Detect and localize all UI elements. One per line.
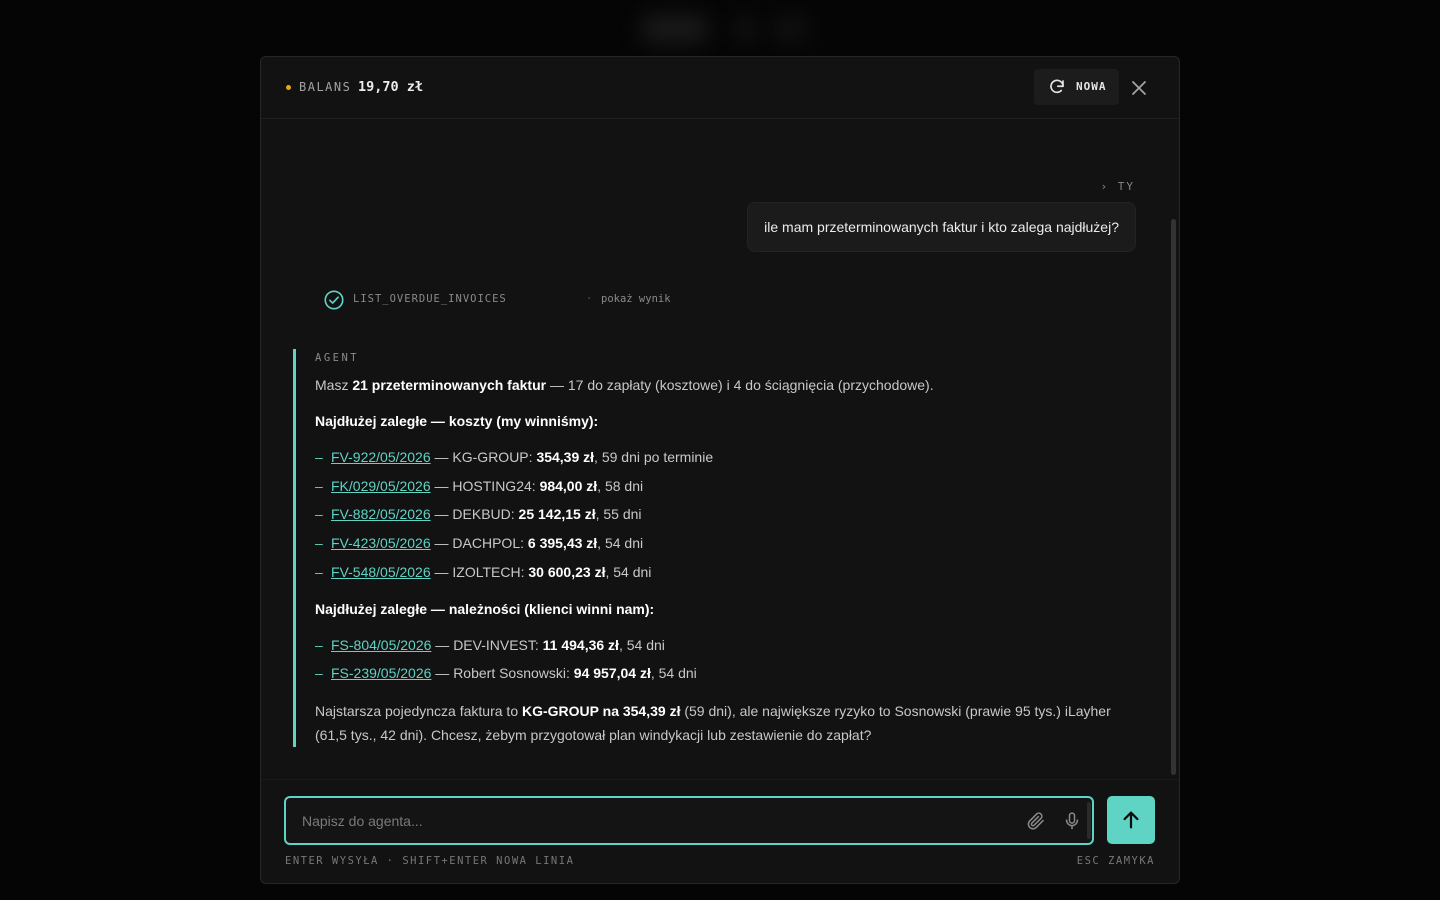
close-icon bbox=[1132, 81, 1146, 95]
user-role-label: › TY bbox=[1100, 180, 1135, 193]
separator: — bbox=[430, 506, 453, 522]
separator: — bbox=[430, 564, 453, 580]
invoice-link[interactable]: FS-239/05/2026 bbox=[331, 665, 431, 681]
counterparty: Robert Sosnowski: bbox=[453, 665, 574, 681]
message-input[interactable] bbox=[286, 798, 1006, 843]
background-blur bbox=[640, 14, 710, 44]
amount: 984,00 zł bbox=[539, 478, 598, 494]
amount: 11 494,36 zł bbox=[542, 637, 619, 653]
costs-heading: Najdłużej zaległe — koszty (my winniśmy)… bbox=[315, 413, 599, 429]
invoice-link[interactable]: FV-922/05/2026 bbox=[331, 449, 431, 465]
paperclip-icon bbox=[1027, 812, 1044, 830]
close-button[interactable] bbox=[1127, 76, 1151, 100]
overdue-days: , 58 dni bbox=[597, 478, 644, 494]
arrow-up-icon bbox=[1123, 811, 1139, 829]
amount: 30 600,23 zł bbox=[528, 564, 606, 580]
overdue-days: , 54 dni bbox=[618, 637, 665, 653]
modal-header: BALANS 19,70 zł NOWA bbox=[261, 57, 1179, 119]
summary-text: Najstarsza pojedyncza faktura to bbox=[315, 703, 522, 719]
list-dash: – bbox=[315, 637, 323, 653]
send-button[interactable] bbox=[1107, 796, 1155, 844]
counterparty: IZOLTECH: bbox=[452, 564, 529, 580]
list-item: – FS-239/05/2026 — Robert Sosnowski: 94 9… bbox=[315, 664, 697, 682]
list-item: – FV-882/05/2026 — DEKBUD: 25 142,15 zł, … bbox=[315, 505, 642, 523]
check-circle-icon bbox=[324, 290, 344, 310]
agent-chat-modal: BALANS 19,70 zł NOWA › TY ile mam przete… bbox=[260, 56, 1180, 884]
summary-bold: KG-GROUP na 354,39 zł bbox=[522, 703, 681, 719]
list-item: – FV-922/05/2026 — KG-GROUP: 354,39 zł, 5… bbox=[315, 448, 713, 466]
amount: 6 395,43 zł bbox=[527, 535, 598, 551]
list-dash: – bbox=[315, 478, 323, 494]
background-blur bbox=[730, 14, 760, 44]
separator: — bbox=[430, 478, 453, 494]
separator: — bbox=[431, 637, 454, 653]
intro-text: Masz bbox=[315, 377, 353, 393]
separator: — bbox=[430, 449, 453, 465]
intro-text: — 17 do zapłaty (kosztowe) i 4 do ściągn… bbox=[546, 377, 934, 393]
counterparty: DEV-INVEST: bbox=[453, 637, 543, 653]
scrollbar[interactable] bbox=[1171, 219, 1176, 775]
new-chat-label: NOWA bbox=[1076, 80, 1107, 93]
receivables-heading: Najdłużej zaległe — należności (klienci … bbox=[315, 601, 655, 617]
tool-call-name: LIST_OVERDUE_INVOICES bbox=[353, 293, 507, 305]
separator: — bbox=[431, 665, 454, 681]
list-item: – FS-804/05/2026 — DEV-INVEST: 11 494,36 … bbox=[315, 636, 665, 654]
invoice-link[interactable]: FK/029/05/2026 bbox=[331, 478, 431, 494]
invoice-link[interactable]: FS-804/05/2026 bbox=[331, 637, 431, 653]
counterparty: DACHPOL: bbox=[452, 535, 528, 551]
invoice-link[interactable]: FV-423/05/2026 bbox=[331, 535, 431, 551]
list-dash: – bbox=[315, 449, 323, 465]
agent-intro: Masz 21 przeterminowanych faktur — 17 do… bbox=[315, 376, 934, 394]
counterparty: HOSTING24: bbox=[452, 478, 540, 494]
separator: — bbox=[430, 535, 453, 551]
composer: ENTER WYSYŁA · SHIFT+ENTER NOWA LINIA ES… bbox=[261, 779, 1179, 883]
overdue-days: , 54 dni bbox=[605, 564, 652, 580]
list-item: – FV-423/05/2026 — DACHPOL: 6 395,43 zł, … bbox=[315, 534, 643, 552]
invoice-link[interactable]: FV-882/05/2026 bbox=[331, 506, 431, 522]
input-scrollbar bbox=[1087, 802, 1091, 839]
list-dash: – bbox=[315, 506, 323, 522]
tool-call-separator: · bbox=[586, 293, 593, 305]
message-input-box bbox=[284, 796, 1094, 845]
overdue-days: , 54 dni bbox=[597, 535, 644, 551]
background-blur bbox=[770, 14, 810, 44]
show-result-link[interactable]: pokaż wynik bbox=[601, 292, 671, 306]
counterparty: KG-GROUP: bbox=[452, 449, 537, 465]
list-dash: – bbox=[315, 665, 323, 681]
user-message: ile mam przeterminowanych faktur i kto z… bbox=[747, 202, 1136, 252]
list-item: – FV-548/05/2026 — IZOLTECH: 30 600,23 zł… bbox=[315, 563, 651, 581]
balance-value: 19,70 zł bbox=[358, 79, 424, 95]
refresh-icon bbox=[1050, 79, 1064, 94]
counterparty: DEKBUD: bbox=[452, 506, 519, 522]
list-dash: – bbox=[315, 535, 323, 551]
agent-summary: Najstarsza pojedyncza faktura to KG-GROU… bbox=[315, 699, 1135, 747]
amount: 354,39 zł bbox=[536, 449, 595, 465]
amount: 25 142,15 zł bbox=[518, 506, 596, 522]
balance-status-dot bbox=[286, 85, 291, 90]
overdue-days: , 55 dni bbox=[595, 506, 642, 522]
escape-hint: ESC ZAMYKA bbox=[1076, 855, 1155, 867]
balance-label: BALANS bbox=[299, 80, 352, 94]
attach-button[interactable] bbox=[1026, 811, 1046, 831]
invoice-link[interactable]: FV-548/05/2026 bbox=[331, 564, 431, 580]
overdue-days: , 59 dni po terminie bbox=[594, 449, 714, 465]
voice-input-button[interactable] bbox=[1062, 810, 1082, 832]
amount: 94 957,04 zł bbox=[573, 665, 651, 681]
keyboard-hint: ENTER WYSYŁA · SHIFT+ENTER NOWA LINIA bbox=[285, 855, 575, 867]
agent-message: AGENT Masz 21 przeterminowanych faktur —… bbox=[293, 349, 1130, 747]
microphone-icon bbox=[1065, 812, 1079, 830]
list-item: – FK/029/05/2026 — HOSTING24: 984,00 zł, … bbox=[315, 477, 643, 495]
agent-role-label: AGENT bbox=[315, 352, 360, 364]
intro-bold: 21 przeterminowanych faktur bbox=[352, 377, 547, 393]
list-dash: – bbox=[315, 564, 323, 580]
new-chat-button[interactable]: NOWA bbox=[1034, 69, 1119, 105]
overdue-days: , 54 dni bbox=[650, 665, 697, 681]
